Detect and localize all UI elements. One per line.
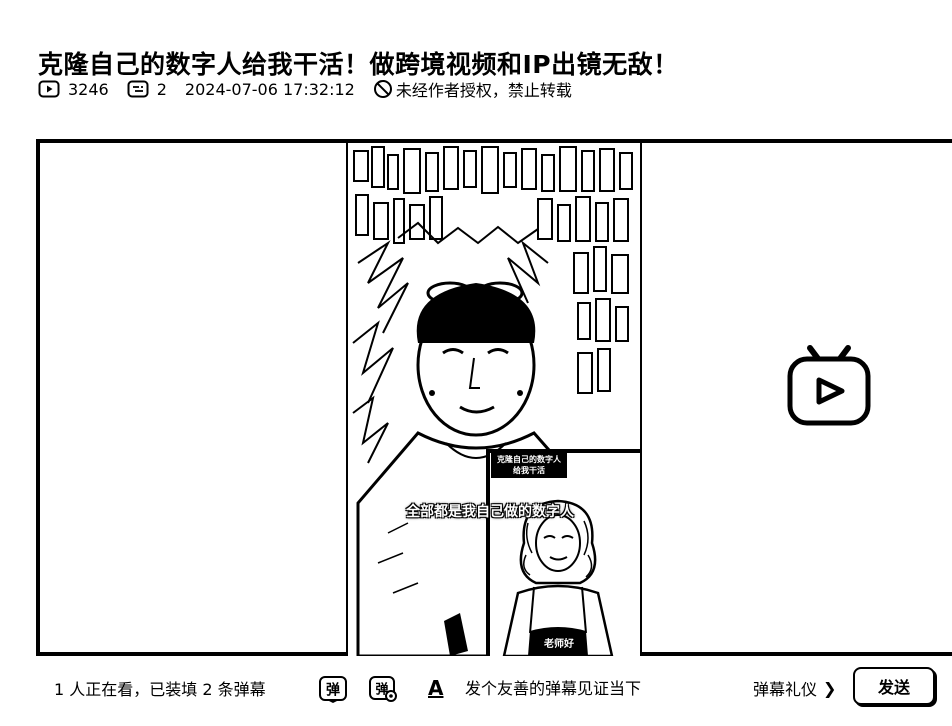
video-title: 克隆自己的数字人给我干活！做跨境视频和IP出镜无敌！ [38,49,679,79]
copyright-notice-text: 未经作者授权，禁止转载 [395,81,572,100]
send-danmaku-button[interactable]: 发送 [853,667,935,705]
copyright-notice: 未经作者授权，禁止转载 [373,77,572,101]
video-meta: 3246 2 2024-07-06 17:32:12 未经作者授权，禁止转载 [38,78,590,100]
chevron-right-icon: ❯ [823,678,837,698]
video-subtitle: 全部都是我自己做的数字人 [406,504,574,520]
play-count-value: 3246 [68,79,109,99]
danmaku-toggle-icon[interactable]: 弹 [318,675,348,703]
no-reprint-icon [373,80,392,98]
player-left-pane [40,143,346,652]
danmaku-count-value: 2 [156,79,167,99]
danmaku-input[interactable] [462,673,738,703]
danmaku-etiquette-link[interactable]: 弹幕礼仪 ❯ [753,676,836,700]
publish-time: 2024-07-06 17:32:12 [184,79,355,99]
viewer-count: 1 人正在看，已装填 2 条弹幕 [54,680,266,699]
danmaku-settings-icon[interactable]: 弹 [368,675,398,703]
danmaku-toggle-label: 弹 [326,682,340,699]
danmaku-icon [127,80,149,98]
tv-play-icon[interactable] [786,344,872,428]
video-frame[interactable] [348,143,640,656]
play-count-icon [38,80,60,98]
danmaku-etiquette-label: 弹幕礼仪 [753,680,818,699]
inset-greeting-caption: 老师好 [540,634,578,651]
danmaku-count: 2 [127,80,167,99]
danmaku-style-icon[interactable]: A [428,676,443,700]
play-count: 3246 [38,80,109,99]
inset-caption: 克隆自己的数字人给我干活 [491,452,567,478]
danmaku-bar: 1 人正在看，已装填 2 条弹幕 弹 弹 A 弹幕礼仪 ❯ 发送 [0,656,952,726]
